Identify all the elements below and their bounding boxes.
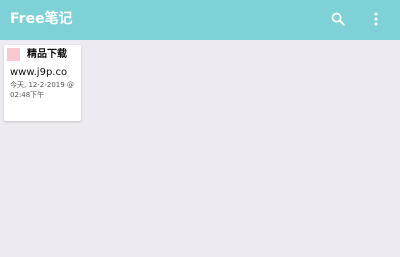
note-date: 今天, 12-2-2019 @ 02:48下午	[10, 81, 74, 99]
more-options-button[interactable]	[365, 8, 387, 30]
note-title: 精品下载	[27, 49, 67, 60]
note-color-swatch	[7, 48, 20, 61]
search-icon	[331, 12, 345, 26]
search-button[interactable]	[327, 8, 349, 30]
more-vert-icon	[374, 12, 378, 26]
note-card[interactable]: 精品下载 www.j9p.co 今天, 12-2-2019 @ 02:48下午	[4, 45, 81, 121]
app-title: Free笔记	[10, 11, 73, 27]
note-body: www.j9p.co	[10, 67, 68, 78]
app-bar: Free笔记	[0, 0, 400, 40]
